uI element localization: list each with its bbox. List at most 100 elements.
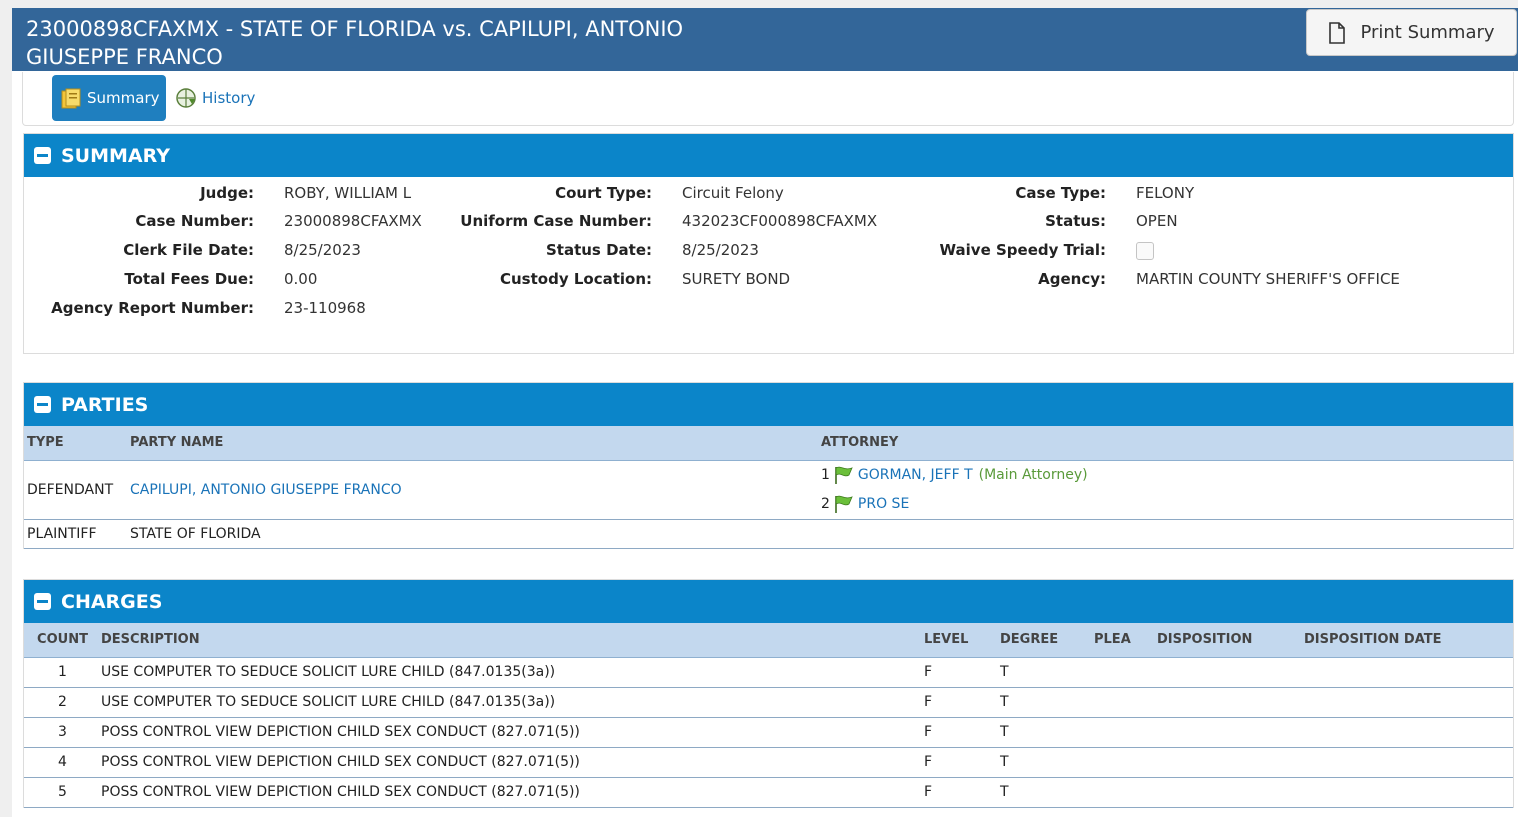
table-row: 3 POSS CONTROL VIEW DEPICTION CHILD SEX … — [24, 717, 1513, 748]
charge-disposition-date — [1304, 657, 1513, 688]
status-value: OPEN — [1136, 212, 1178, 230]
custody-value: SURETY BOND — [682, 270, 791, 288]
party-name: STATE OF FLORIDA — [130, 519, 821, 549]
charge-disposition-date — [1304, 717, 1513, 748]
charges-header[interactable]: CHARGES — [24, 580, 1513, 623]
summary-fields: Judge: ROBY, WILLIAM L Case Number: 2300… — [24, 177, 1513, 353]
print-summary-button[interactable]: Print Summary — [1306, 9, 1517, 56]
charge-plea — [1094, 717, 1157, 748]
charge-disposition-date — [1304, 777, 1513, 808]
status-date-label: Status Date: — [545, 241, 652, 259]
case-number-label: Case Number: — [135, 212, 254, 230]
charge-degree: T — [1000, 717, 1094, 748]
table-row: PLAINTIFF STATE OF FLORIDA — [24, 519, 1513, 549]
charges-panel: CHARGES COUNT DESCRIPTION LEVEL DEGREE P… — [23, 579, 1514, 808]
summary-heading: SUMMARY — [61, 144, 170, 167]
parties-table: TYPE PARTY NAME ATTORNEY DEFENDANT CAPIL… — [24, 426, 1513, 549]
charge-level: F — [924, 657, 1000, 688]
summary-header[interactable]: SUMMARY — [24, 134, 1513, 177]
charges-table: COUNT DESCRIPTION LEVEL DEGREE PLEA DISP… — [24, 623, 1513, 808]
attorney-line: 1 GORMAN, JEFF T (Main Attorney) — [821, 461, 1513, 490]
status-label: Status: — [1045, 212, 1106, 230]
tab-bar: Summary History — [22, 72, 1514, 126]
column-header-party-name: PARTY NAME — [130, 426, 821, 461]
charge-count: 2 — [24, 687, 101, 718]
attorney-line: 2 PRO SE — [821, 490, 1513, 519]
custody-label: Custody Location: — [500, 270, 652, 288]
status-date-value: 8/25/2023 — [682, 241, 759, 259]
parties-panel: PARTIES TYPE PARTY NAME ATTORNEY DEFENDA… — [23, 382, 1514, 549]
minus-icon[interactable] — [34, 147, 51, 164]
agency-label: Agency: — [1038, 270, 1106, 288]
charge-degree: T — [1000, 777, 1094, 808]
total-fees-value: 0.00 — [284, 270, 318, 288]
case-type-value: FELONY — [1136, 184, 1195, 202]
column-header-count: COUNT — [24, 623, 101, 658]
print-summary-label: Print Summary — [1360, 22, 1495, 43]
minus-icon[interactable] — [34, 593, 51, 610]
charge-disposition — [1157, 717, 1304, 748]
table-row: 4 POSS CONTROL VIEW DEPICTION CHILD SEX … — [24, 747, 1513, 778]
green-flag-icon — [832, 465, 856, 485]
charge-count: 5 — [24, 777, 101, 808]
charge-disposition — [1157, 657, 1304, 688]
folder-icon — [60, 87, 82, 109]
column-header-disposition-date: DISPOSITION DATE — [1304, 623, 1513, 658]
uniform-case-label: Uniform Case Number: — [460, 212, 652, 230]
attorney-link[interactable]: PRO SE — [858, 496, 909, 512]
court-type-label: Court Type: — [555, 184, 652, 202]
case-type-label: Case Type: — [1015, 184, 1106, 202]
charge-degree: T — [1000, 687, 1094, 718]
charge-degree: T — [1000, 657, 1094, 688]
judge-label: Judge: — [200, 184, 254, 202]
agency-report-label: Agency Report Number: — [51, 299, 254, 317]
tab-summary-label: Summary — [87, 89, 160, 107]
case-header: 23000898CFAXMX - STATE OF FLORIDA vs. CA… — [12, 8, 1518, 71]
charge-description: USE COMPUTER TO SEDUCE SOLICIT LURE CHIL… — [101, 657, 924, 688]
charge-level: F — [924, 777, 1000, 808]
parties-heading: PARTIES — [61, 393, 149, 416]
parties-header[interactable]: PARTIES — [24, 383, 1513, 426]
charge-count: 1 — [24, 657, 101, 688]
tab-history-label: History — [202, 89, 256, 107]
column-header-disposition: DISPOSITION — [1157, 623, 1304, 658]
charge-disposition-date — [1304, 687, 1513, 718]
tab-history[interactable]: History — [167, 75, 263, 121]
case-title: 23000898CFAXMX - STATE OF FLORIDA vs. CA… — [26, 17, 684, 69]
green-flag-icon — [832, 494, 856, 514]
waive-speedy-checkbox[interactable] — [1136, 242, 1154, 260]
charge-disposition — [1157, 747, 1304, 778]
charge-level: F — [924, 717, 1000, 748]
column-header-attorney: ATTORNEY — [821, 426, 1513, 461]
party-type: PLAINTIFF — [24, 519, 130, 549]
charge-count: 3 — [24, 717, 101, 748]
judge-value: ROBY, WILLIAM L — [284, 184, 412, 202]
clerk-file-date-label: Clerk File Date: — [123, 241, 254, 259]
case-number-value: 23000898CFAXMX — [284, 212, 422, 230]
party-type: DEFENDANT — [24, 460, 130, 520]
column-header-level: LEVEL — [924, 623, 1000, 658]
clerk-file-date-value: 8/25/2023 — [284, 241, 361, 259]
charge-plea — [1094, 657, 1157, 688]
waive-speedy-label: Waive Speedy Trial: — [939, 241, 1106, 259]
charge-description: USE COMPUTER TO SEDUCE SOLICIT LURE CHIL… — [101, 687, 924, 718]
charge-level: F — [924, 747, 1000, 778]
charge-plea — [1094, 747, 1157, 778]
court-type-value: Circuit Felony — [682, 184, 784, 202]
column-header-degree: DEGREE — [1000, 623, 1094, 658]
charge-degree: T — [1000, 747, 1094, 778]
minus-icon[interactable] — [34, 396, 51, 413]
charge-description: POSS CONTROL VIEW DEPICTION CHILD SEX CO… — [101, 777, 924, 808]
table-row: 5 POSS CONTROL VIEW DEPICTION CHILD SEX … — [24, 777, 1513, 808]
attorney-link[interactable]: GORMAN, JEFF T — [858, 467, 973, 483]
party-name-link[interactable]: CAPILUPI, ANTONIO GIUSEPPE FRANCO — [130, 482, 402, 498]
attorney-number: 1 — [821, 467, 830, 483]
globe-history-icon — [175, 87, 197, 109]
charge-plea — [1094, 687, 1157, 718]
charge-description: POSS CONTROL VIEW DEPICTION CHILD SEX CO… — [101, 717, 924, 748]
column-header-description: DESCRIPTION — [101, 623, 924, 658]
tab-summary[interactable]: Summary — [52, 75, 166, 121]
table-row: 2 USE COMPUTER TO SEDUCE SOLICIT LURE CH… — [24, 687, 1513, 718]
charge-count: 4 — [24, 747, 101, 778]
agency-value: MARTIN COUNTY SHERIFF'S OFFICE — [1136, 270, 1400, 288]
